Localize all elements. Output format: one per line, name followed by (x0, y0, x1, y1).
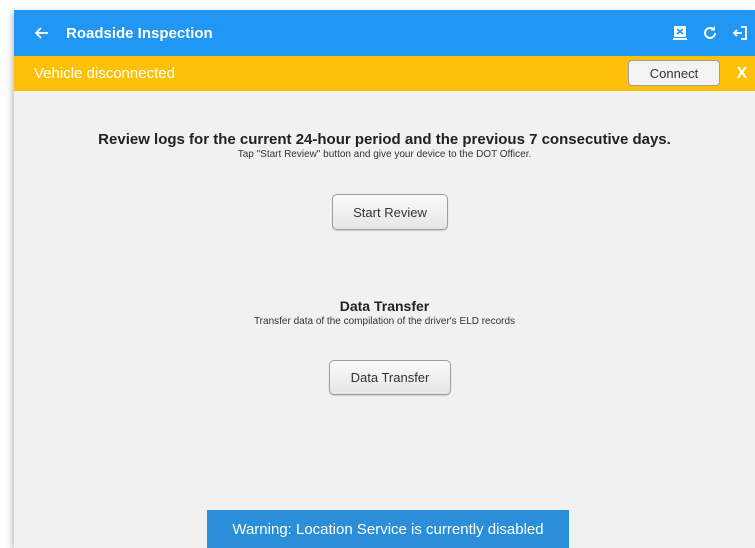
appbar-actions (665, 10, 755, 56)
app-window: Roadside Inspection Vehicle disconnected… (14, 10, 755, 548)
connection-banner: Vehicle disconnected Connect X (14, 56, 755, 91)
start-review-button[interactable]: Start Review (332, 194, 448, 230)
transfer-subtext: Transfer data of the compilation of the … (253, 316, 516, 327)
review-section: Review logs for the current 24-hour peri… (14, 131, 755, 160)
location-warning-toast: Warning: Location Service is currently d… (207, 510, 569, 548)
connection-status-text: Vehicle disconnected (34, 65, 175, 82)
logout-button[interactable] (725, 10, 755, 56)
eld-device-icon (673, 26, 687, 40)
review-heading: Review logs for the current 24-hour peri… (98, 131, 671, 148)
page-title: Roadside Inspection (66, 24, 213, 42)
dismiss-banner-button[interactable]: X (732, 56, 752, 91)
refresh-button[interactable] (695, 10, 725, 56)
refresh-icon (704, 26, 716, 39)
arrow-left-icon (35, 27, 48, 39)
review-subtext: Tap "Start Review" button and give your … (237, 149, 532, 160)
eld-device-button[interactable] (665, 10, 695, 56)
connect-button[interactable]: Connect (628, 60, 720, 86)
transfer-section: Data Transfer Transfer data of the compi… (14, 298, 755, 327)
data-transfer-button[interactable]: Data Transfer (329, 360, 451, 395)
logout-icon (732, 26, 747, 40)
app-bar: Roadside Inspection (14, 10, 755, 56)
back-button[interactable] (22, 10, 62, 56)
transfer-heading: Data Transfer (339, 298, 430, 314)
